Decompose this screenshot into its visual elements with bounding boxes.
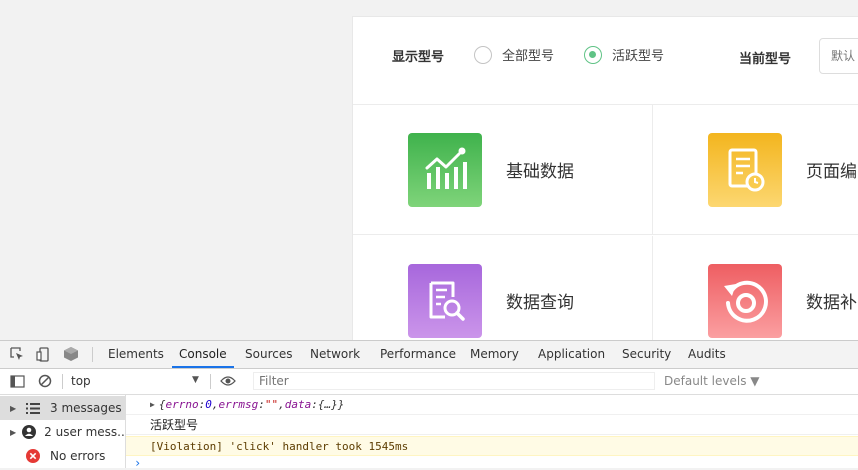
list-icon: [26, 402, 42, 414]
object-key: data: [284, 398, 312, 411]
tab-sources[interactable]: Sources: [245, 341, 292, 368]
refresh-icon: [708, 264, 782, 338]
display-model-label: 显示型号: [392, 50, 445, 65]
radio-circle[interactable]: [474, 45, 492, 64]
colon: :: [258, 398, 265, 411]
extension-cube-icon[interactable]: [63, 346, 79, 362]
context-dropdown-icon[interactable]: ▼: [192, 375, 199, 385]
tab-network[interactable]: Network: [310, 341, 360, 368]
expand-triangle-icon[interactable]: ▶: [150, 400, 155, 409]
current-model-label: 当前型号: [739, 52, 792, 67]
app-panel: 显示型号 全部型号 活跃型号 当前型号 默认 基础数据 页面编 数据查询 数据补: [352, 16, 858, 341]
module-label: 数据查询: [506, 293, 574, 313]
module-label: 页面编: [806, 162, 857, 182]
model-filter-bar: 显示型号 全部型号 活跃型号 当前型号: [353, 17, 858, 105]
tab-security[interactable]: Security: [622, 341, 671, 368]
sidebar-item-errors[interactable]: No errors: [0, 444, 125, 468]
clear-console-icon[interactable]: [37, 373, 53, 389]
console-sidebar: ▶ 3 messages ▶ 2 user mess... No errors: [0, 395, 126, 468]
chart-line-icon: [408, 133, 482, 207]
tab-application[interactable]: Application: [538, 341, 605, 368]
eye-icon[interactable]: [220, 373, 236, 389]
tab-performance[interactable]: Performance: [380, 341, 456, 368]
object-value: "": [264, 398, 279, 411]
current-model-input[interactable]: [819, 38, 858, 74]
comma: ,: [211, 398, 219, 411]
sidebar-toggle-icon[interactable]: [9, 373, 25, 389]
object-value: 0: [205, 398, 212, 411]
tab-elements[interactable]: Elements: [108, 341, 164, 368]
tab-audits[interactable]: Audits: [688, 341, 726, 368]
console-prompt[interactable]: ›: [134, 456, 141, 470]
console-toolbar: top ▼ Default levels ▼: [0, 369, 858, 395]
console-log-message: 活跃型号: [126, 415, 858, 435]
sidebar-item-label: 2 user mess...: [44, 425, 125, 439]
colon: :: [198, 398, 206, 411]
sidebar-item-messages[interactable]: ▶ 3 messages: [0, 396, 125, 420]
devtools-tab-bar: Elements Console Sources Network Perform…: [0, 341, 858, 369]
radio-label: 活跃型号: [612, 49, 665, 64]
toolbar-divider: [210, 374, 211, 389]
device-toolbar-icon[interactable]: [35, 346, 51, 362]
tab-memory[interactable]: Memory: [470, 341, 519, 368]
console-violation-message: [Violation] 'click' handler took 1545ms: [126, 436, 858, 456]
inspect-element-icon[interactable]: [9, 346, 25, 362]
object-close-brace: }: [337, 398, 345, 411]
document-search-icon: [408, 264, 482, 338]
document-clock-icon: [708, 133, 782, 207]
module-basic-data[interactable]: 基础数据: [353, 105, 653, 235]
user-icon: [22, 425, 37, 439]
module-label: 基础数据: [506, 162, 574, 182]
module-data-query[interactable]: 数据查询: [353, 236, 653, 341]
error-icon: [26, 449, 42, 463]
radio-label: 全部型号: [502, 49, 555, 64]
tab-console[interactable]: Console: [172, 341, 234, 368]
comma: ,: [278, 398, 285, 411]
module-page-edit[interactable]: 页面编: [653, 105, 858, 235]
module-label: 数据补: [806, 293, 857, 313]
sidebar-item-user-messages[interactable]: ▶ 2 user mess...: [0, 420, 125, 444]
log-levels-dropdown[interactable]: Default levels ▼: [664, 374, 760, 388]
module-data-supplement[interactable]: 数据补: [653, 236, 858, 341]
expand-triangle-icon[interactable]: ▶: [10, 404, 20, 413]
object-value: {…}: [317, 398, 338, 411]
radio-all-models[interactable]: 全部型号: [474, 45, 554, 64]
object-key: errno: [165, 398, 199, 411]
radio-active-models[interactable]: 活跃型号: [584, 45, 664, 64]
console-output: ▶ { errno: 0, errmsg: "", data: {…} } 活跃…: [126, 395, 858, 470]
sidebar-item-label: 3 messages: [50, 401, 122, 415]
toolbar-divider: [62, 374, 63, 389]
colon: :: [311, 398, 318, 411]
context-selector[interactable]: top: [71, 374, 91, 388]
sidebar-item-label: No errors: [50, 449, 106, 463]
module-grid: 基础数据 页面编 数据查询 数据补: [353, 105, 858, 341]
expand-triangle-icon[interactable]: ▶: [10, 428, 16, 437]
object-key: errmsg: [218, 398, 259, 411]
console-object-message[interactable]: ▶ { errno: 0, errmsg: "", data: {…} }: [126, 395, 858, 415]
object-open-brace: {: [158, 398, 166, 411]
log-text: 活跃型号: [150, 418, 199, 432]
devtools-panel: Elements Console Sources Network Perform…: [0, 340, 858, 470]
toolbar-divider: [92, 347, 93, 362]
filter-input[interactable]: [253, 372, 655, 390]
radio-circle[interactable]: [584, 45, 602, 64]
violation-text: [Violation] 'click' handler took 1545ms: [150, 439, 409, 453]
